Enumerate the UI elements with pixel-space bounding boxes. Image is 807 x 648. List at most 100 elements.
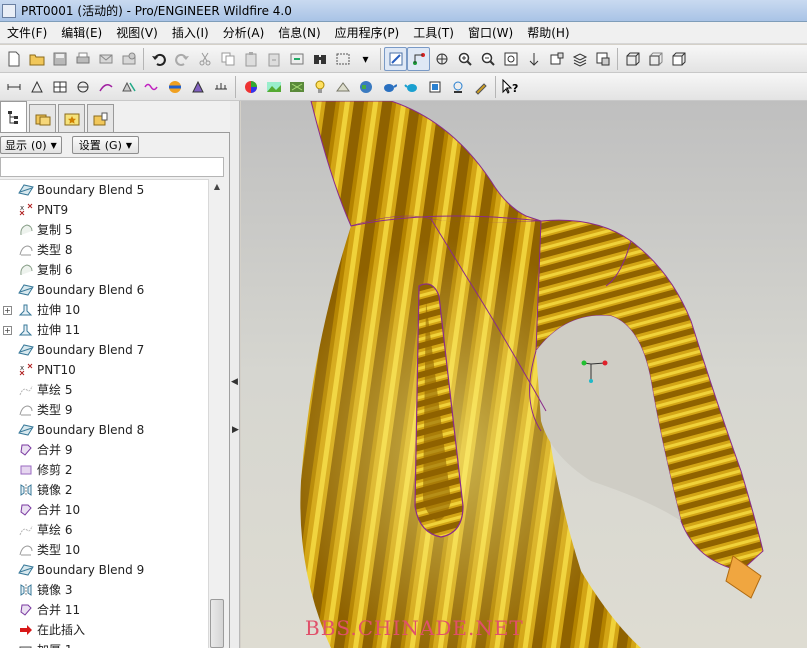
tree-row[interactable]: 草绘 6: [0, 520, 208, 540]
render-button[interactable]: [400, 75, 423, 99]
menu-info[interactable]: 信息(N): [271, 22, 327, 44]
measure-button[interactable]: [2, 75, 25, 99]
tree-row[interactable]: + 拉伸 11: [0, 320, 208, 340]
tree-row[interactable]: 合并 10: [0, 500, 208, 520]
collapse-left-icon[interactable]: ◀: [231, 377, 238, 387]
tree-row[interactable]: Boundary Blend 8: [0, 420, 208, 440]
room-button[interactable]: [331, 75, 354, 99]
tree-row[interactable]: x PNT9: [0, 200, 208, 220]
tree-row[interactable]: 类型 10: [0, 540, 208, 560]
no-hidden-button[interactable]: [667, 47, 690, 71]
cut-button[interactable]: [193, 47, 216, 71]
tab-folder-browser[interactable]: [29, 104, 56, 132]
tree-row[interactable]: Boundary Blend 9: [0, 560, 208, 580]
menu-tools[interactable]: 工具(T): [406, 22, 461, 44]
open-file-button[interactable]: [25, 47, 48, 71]
tree-row[interactable]: 镜像 2: [0, 480, 208, 500]
tab-favorites[interactable]: [58, 104, 85, 132]
menu-applications[interactable]: 应用程序(P): [328, 22, 407, 44]
panel-sash[interactable]: ◀ ▶: [230, 101, 240, 648]
curvature-button[interactable]: [94, 75, 117, 99]
wireframe-button[interactable]: [621, 47, 644, 71]
tree-row[interactable]: 合并 11: [0, 600, 208, 620]
tree-row[interactable]: Boundary Blend 6: [0, 280, 208, 300]
context-help-button[interactable]: ?: [499, 75, 522, 99]
display-dropdown[interactable]: 显示 (0) ▼: [0, 136, 62, 154]
layers-button[interactable]: [568, 47, 591, 71]
send-attachment-button[interactable]: [117, 47, 140, 71]
paste-button[interactable]: [239, 47, 262, 71]
tree-row[interactable]: 修剪 2: [0, 460, 208, 480]
lights-button[interactable]: [308, 75, 331, 99]
tree-row[interactable]: Boundary Blend 5: [0, 180, 208, 200]
redo-button[interactable]: [170, 47, 193, 71]
shaded-curvature-button[interactable]: [163, 75, 186, 99]
zoom-in-button[interactable]: [453, 47, 476, 71]
spin-center-button[interactable]: [407, 46, 430, 71]
zoom-out-button[interactable]: [476, 47, 499, 71]
texture-button[interactable]: [285, 75, 308, 99]
appearance-button[interactable]: [239, 75, 262, 99]
reorient-button[interactable]: [522, 47, 545, 71]
copy-button[interactable]: [216, 47, 239, 71]
saved-views-button[interactable]: [545, 47, 568, 71]
tree-row[interactable]: 复制 6: [0, 260, 208, 280]
dihedral-button[interactable]: [186, 75, 209, 99]
measure-angle-button[interactable]: [25, 75, 48, 99]
regenerate-button[interactable]: [285, 47, 308, 71]
scene-button[interactable]: [262, 75, 285, 99]
render-window-button[interactable]: [446, 75, 469, 99]
print-button[interactable]: [71, 47, 94, 71]
tab-connections[interactable]: [87, 104, 114, 132]
offset-analysis-button[interactable]: [209, 75, 232, 99]
menu-window[interactable]: 窗口(W): [461, 22, 520, 44]
menu-insert[interactable]: 插入(I): [165, 22, 216, 44]
save-button[interactable]: [48, 47, 71, 71]
draft-check-button[interactable]: [117, 75, 140, 99]
select-box-button[interactable]: [331, 47, 354, 71]
tree-row[interactable]: + 拉伸 10: [0, 300, 208, 320]
send-mail-button[interactable]: [94, 47, 117, 71]
tree-row[interactable]: Boundary Blend 7: [0, 340, 208, 360]
find-button[interactable]: [308, 47, 331, 71]
expand-plus-icon[interactable]: +: [3, 326, 12, 335]
select-dropdown-button[interactable]: ▾: [354, 47, 377, 71]
menu-edit[interactable]: 编辑(E): [54, 22, 109, 44]
scrollbar-thumb[interactable]: [210, 599, 224, 648]
undo-button[interactable]: [147, 47, 170, 71]
refit-button[interactable]: [499, 47, 522, 71]
tab-model-tree[interactable]: [0, 101, 27, 132]
tree-row[interactable]: 合并 9: [0, 440, 208, 460]
menu-view[interactable]: 视图(V): [109, 22, 165, 44]
perspective-button[interactable]: [354, 75, 377, 99]
settings-dropdown[interactable]: 设置 (G) ▼: [71, 136, 140, 154]
menu-file[interactable]: 文件(F): [0, 22, 54, 44]
effects-button[interactable]: [377, 75, 400, 99]
menu-analysis[interactable]: 分析(A): [216, 22, 272, 44]
render-region-button[interactable]: [423, 75, 446, 99]
render-settings-button[interactable]: [469, 75, 492, 99]
new-file-button[interactable]: [2, 47, 25, 71]
mass-properties-button[interactable]: [48, 75, 71, 99]
tree-row[interactable]: 类型 8: [0, 240, 208, 260]
tree-vertical-scrollbar[interactable]: ▲: [208, 179, 225, 648]
menu-help[interactable]: 帮助(H): [520, 22, 576, 44]
tree-row[interactable]: 在此插入: [0, 620, 208, 640]
paste-special-button[interactable]: [262, 47, 285, 71]
expand-right-icon[interactable]: ▶: [232, 425, 239, 435]
orient-mode-button[interactable]: [430, 47, 453, 71]
section-analysis-button[interactable]: [71, 75, 94, 99]
wave-analysis-button[interactable]: [140, 75, 163, 99]
tree-row[interactable]: 草绘 5: [0, 380, 208, 400]
tree-row[interactable]: 类型 9: [0, 400, 208, 420]
tree-row[interactable]: 复制 5: [0, 220, 208, 240]
hidden-line-button[interactable]: [644, 47, 667, 71]
scroll-up-icon[interactable]: ▲: [209, 179, 225, 195]
expand-plus-icon[interactable]: +: [3, 306, 12, 315]
tree-row[interactable]: 镜像 3: [0, 580, 208, 600]
view-manager-button[interactable]: [591, 47, 614, 71]
graphics-viewport[interactable]: BBS.CHINADE.NET: [241, 101, 807, 648]
tree-row[interactable]: x PNT10: [0, 360, 208, 380]
tree-row[interactable]: 加厚 1: [0, 640, 208, 648]
tree-filter-input[interactable]: [0, 157, 224, 177]
